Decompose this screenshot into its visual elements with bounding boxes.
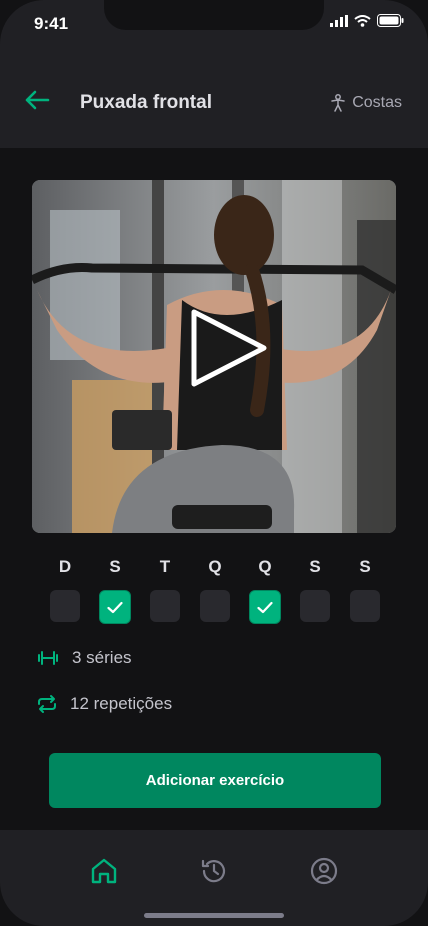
repeat-icon [38, 695, 56, 713]
day-checkbox[interactable] [150, 590, 180, 622]
app-screen: 9:41 Puxada frontal Costas D S T Q Q S S… [0, 0, 428, 926]
page-title: Puxada frontal [80, 92, 212, 113]
day-checkbox[interactable] [50, 590, 80, 622]
day-friday[interactable]: S [299, 556, 331, 622]
sets-label: 3 séries [72, 648, 132, 667]
checkmark-icon [257, 601, 273, 613]
day-wednesday[interactable]: Q [199, 556, 231, 622]
status-time: 9:41 [34, 14, 69, 33]
day-thursday[interactable]: Q [249, 556, 281, 624]
day-checkbox[interactable] [200, 590, 230, 622]
profile-icon[interactable] [309, 856, 339, 886]
day-checkbox[interactable] [99, 590, 131, 624]
body-icon [331, 94, 345, 112]
day-saturday[interactable]: S [349, 556, 381, 622]
day-monday[interactable]: S [99, 556, 131, 624]
bottom-tab-bar [0, 830, 428, 926]
signal-icon [330, 14, 348, 27]
day-sunday[interactable]: D [49, 556, 81, 622]
day-letter: T [159, 557, 171, 576]
exercise-thumbnail [32, 180, 396, 533]
status-icons [330, 14, 404, 27]
day-letter: S [359, 557, 371, 576]
dumbbell-icon [38, 651, 58, 665]
day-letter: Q [258, 557, 272, 576]
day-tuesday[interactable]: T [149, 556, 181, 622]
back-arrow-icon[interactable] [24, 90, 50, 110]
home-icon[interactable] [89, 856, 119, 886]
wifi-icon [354, 14, 371, 27]
battery-icon [377, 14, 404, 27]
reps-info: 12 repetições [36, 694, 172, 714]
muscle-group: Costas [330, 94, 402, 112]
day-checkbox[interactable] [249, 590, 281, 624]
add-exercise-button[interactable]: Adicionar exercício [49, 753, 381, 808]
day-checkbox[interactable] [350, 590, 380, 622]
day-letter: S [109, 557, 121, 576]
muscle-group-label: Costas [352, 94, 402, 111]
notch [104, 0, 324, 30]
history-icon[interactable] [199, 856, 229, 886]
exercise-video[interactable] [32, 180, 396, 533]
reps-label: 12 repetições [70, 694, 173, 713]
header: Puxada frontal Costas [0, 46, 428, 148]
sets-info: 3 séries [36, 648, 132, 668]
day-letter: D [58, 557, 72, 576]
checkmark-icon [107, 601, 123, 613]
day-letter: S [309, 557, 321, 576]
status-bar: 9:41 [0, 0, 428, 46]
day-checkbox[interactable] [300, 590, 330, 622]
day-letter: Q [208, 557, 222, 576]
home-indicator [144, 913, 284, 918]
